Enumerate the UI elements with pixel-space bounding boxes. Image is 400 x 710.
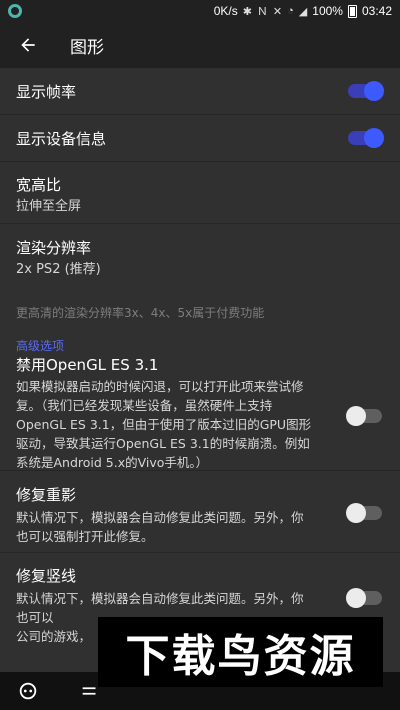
setting-title: 渲染分辨率 bbox=[16, 239, 92, 257]
signal-icon: ◢ bbox=[298, 5, 308, 18]
watermark-banner: 下载鸟资源 bbox=[98, 617, 383, 687]
bluetooth-icon: ✱ bbox=[242, 5, 252, 18]
setting-title: 禁用OpenGL ES 3.1 bbox=[16, 356, 159, 374]
setting-title: 修复竖线 bbox=[16, 567, 77, 585]
settings-list: 显示帧率 显示设备信息 宽高比 拉伸至全屏 渲染分辨率 2x PS2 (推荐) … bbox=[0, 68, 400, 653]
setting-title: 修复重影 bbox=[16, 486, 77, 504]
setting-show-fps[interactable]: 显示帧率 bbox=[0, 68, 400, 115]
arrow-left-icon bbox=[21, 38, 35, 52]
setting-render-resolution-group: 渲染分辨率 2x PS2 (推荐) 更高清的渲染分辨率3x、4x、5x属于付费功… bbox=[0, 224, 400, 353]
fix-vertical-lines-toggle[interactable] bbox=[346, 588, 382, 608]
setting-value: 拉伸至全屏 bbox=[16, 199, 82, 214]
setting-title: 显示设备信息 bbox=[16, 130, 107, 148]
show-fps-toggle[interactable] bbox=[348, 81, 384, 101]
setting-show-device-info[interactable]: 显示设备信息 bbox=[0, 115, 400, 162]
setting-disable-gles31[interactable]: 禁用OpenGL ES 3.1 如果模拟器启动的时候闪退，可以打开此项来尝试修复… bbox=[0, 353, 400, 471]
battery-percent: 100% bbox=[312, 4, 343, 18]
setting-aspect-ratio[interactable]: 宽高比 拉伸至全屏 bbox=[0, 162, 400, 224]
game-controller-icon[interactable] bbox=[16, 680, 40, 702]
setting-value: 2x PS2 (推荐) bbox=[16, 262, 101, 277]
nfc-icon: Ｎ bbox=[256, 6, 268, 18]
paid-feature-note: 更高清的渲染分辨率3x、4x、5x属于付费功能 bbox=[16, 306, 265, 320]
mute-icon: ✕ bbox=[272, 5, 283, 18]
network-speed: 0K/s bbox=[213, 4, 238, 18]
disable-gles31-toggle[interactable] bbox=[346, 406, 382, 426]
setting-description: 如果模拟器启动的时候闪退，可以打开此项来尝试修复。（我们已经发现某些设备，虽然硬… bbox=[16, 379, 312, 470]
setting-title: 宽高比 bbox=[16, 176, 62, 194]
fix-ghosting-toggle[interactable] bbox=[346, 503, 382, 523]
show-device-info-toggle[interactable] bbox=[348, 128, 384, 148]
wifi-icon: ◔ bbox=[287, 5, 294, 17]
app-bar: 图形 bbox=[0, 22, 400, 68]
back-button[interactable] bbox=[0, 22, 56, 68]
clock: 03:42 bbox=[361, 4, 392, 18]
setting-description: 默认情况下，模拟器会自动修复此类问题。另外，你也可以强制打开此修复。 bbox=[16, 510, 304, 544]
status-indicators: 0K/s ✱ Ｎ ✕ ◔ ◢ 100% 03:42 bbox=[214, 3, 392, 19]
battery-icon bbox=[347, 4, 357, 18]
setting-render-resolution[interactable]: 渲染分辨率 2x PS2 (推荐) bbox=[0, 224, 400, 279]
page-title: 图形 bbox=[70, 37, 104, 58]
setting-fix-ghosting[interactable]: 修复重影 默认情况下，模拟器会自动修复此类问题。另外，你也可以强制打开此修复。 bbox=[0, 471, 400, 553]
app-notification-icon bbox=[8, 4, 22, 18]
status-bar: 0K/s ✱ Ｎ ✕ ◔ ◢ 100% 03:42 bbox=[0, 0, 400, 22]
setting-title: 显示帧率 bbox=[16, 83, 77, 101]
watermark-text: 下载鸟资源 bbox=[125, 631, 356, 682]
section-header-advanced: 高级选项 bbox=[16, 339, 65, 353]
